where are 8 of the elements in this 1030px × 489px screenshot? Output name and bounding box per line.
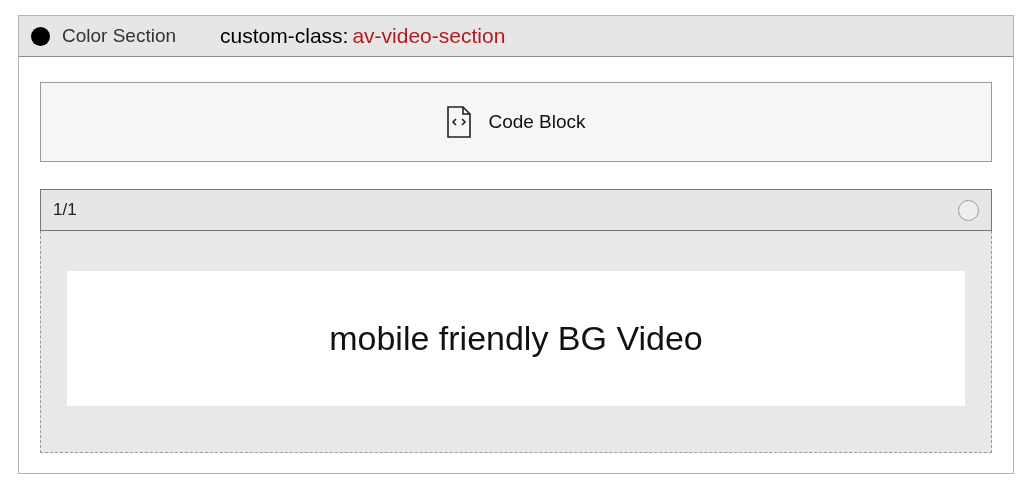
section-title: Color Section [62, 23, 177, 48]
code-block-label: Code Block [488, 109, 586, 134]
row-label: 1/1 [53, 199, 77, 222]
block-text: mobile friendly BG Video [329, 318, 703, 359]
class-label: custom-class: [220, 23, 349, 50]
code-file-icon [446, 106, 473, 138]
class-value: av-video-section [352, 23, 506, 50]
code-block[interactable]: Code Block [40, 82, 992, 162]
